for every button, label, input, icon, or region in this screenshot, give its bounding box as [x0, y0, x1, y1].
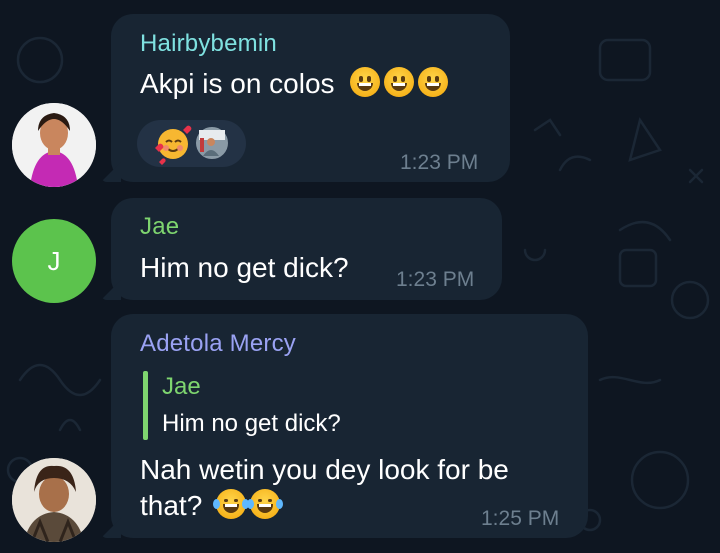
- reply-quote-bar[interactable]: [143, 371, 148, 440]
- grinning-face-emoji: [418, 67, 449, 97]
- message-text-line-2: that?: [140, 487, 284, 525]
- message-time: 1:25 PM: [481, 507, 560, 530]
- message-text-content: that?: [140, 490, 203, 521]
- message-text-content: Akpi is on colos: [140, 68, 335, 99]
- grinning-face-emoji: [384, 67, 415, 97]
- avatar-adetola-mercy[interactable]: [12, 458, 96, 542]
- sender-name[interactable]: Jae: [140, 213, 179, 241]
- avatar-initial: J: [47, 245, 61, 276]
- reaction-icons: [155, 125, 230, 165]
- face-with-tears-of-joy-emoji: [213, 489, 250, 519]
- message-text: Akpi is on colos: [140, 65, 449, 103]
- message-time: 1:23 PM: [396, 268, 475, 291]
- smiling-face-with-hearts-emoji: [155, 125, 192, 165]
- profile-photo: [12, 103, 96, 187]
- grinning-face-emoji: [350, 67, 381, 97]
- avatar-hairbybemin[interactable]: [12, 103, 96, 187]
- sender-name[interactable]: Hairbybemin: [140, 30, 277, 58]
- message-time: 1:23 PM: [400, 151, 479, 174]
- face-with-tears-of-joy-emoji: [247, 489, 284, 519]
- profile-photo: [12, 458, 96, 542]
- avatar-jae[interactable]: J: [12, 219, 96, 303]
- message-text-line-1: Nah wetin you dey look for be: [140, 454, 509, 485]
- reply-text[interactable]: Him no get dick?: [162, 410, 341, 438]
- sender-name[interactable]: Adetola Mercy: [140, 330, 296, 358]
- reaction-pill[interactable]: [137, 120, 246, 167]
- message-text: Him no get dick?: [140, 252, 349, 283]
- reply-sender[interactable]: Jae: [162, 373, 201, 401]
- reactor-avatar: [194, 125, 230, 161]
